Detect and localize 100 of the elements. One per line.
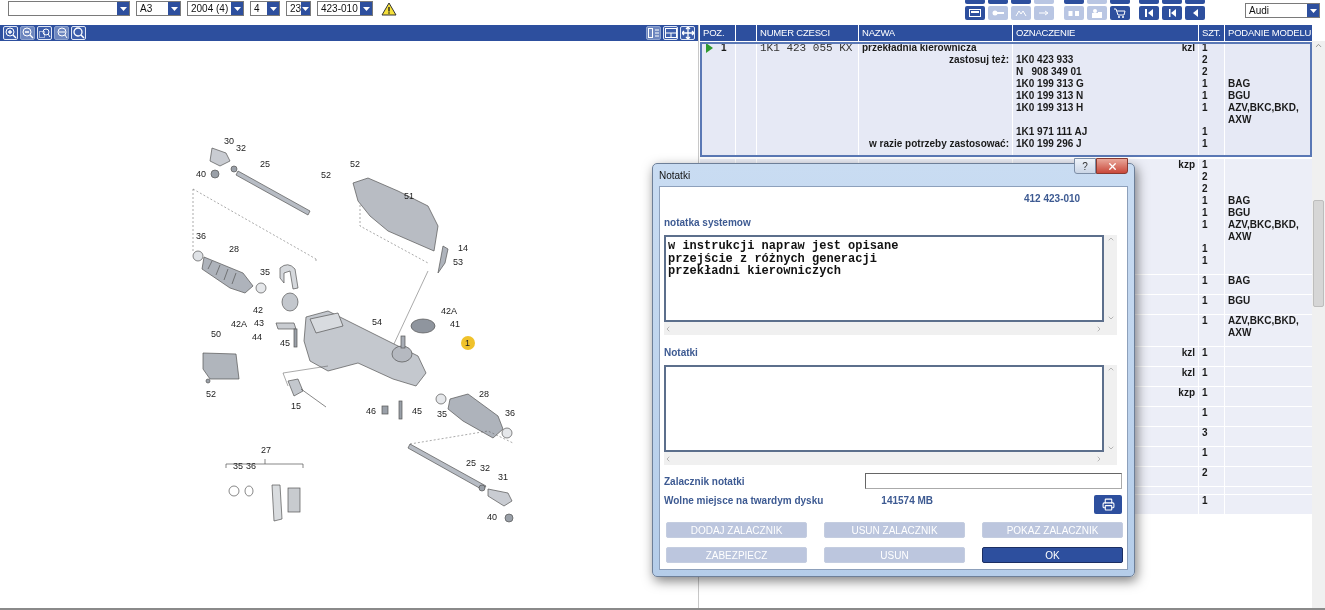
callout-number: 42	[253, 305, 263, 315]
table-cell: 1	[1202, 126, 1208, 137]
scroll-down-icon	[1106, 314, 1115, 322]
step-back-icon	[1167, 8, 1177, 18]
scroll-left-icon	[664, 454, 672, 463]
table-cell: 1	[1202, 102, 1208, 113]
scrollbar[interactable]	[664, 452, 1117, 465]
callout-number: 44	[252, 332, 262, 342]
scroll-thumb[interactable]	[1313, 200, 1324, 307]
callout-number: 43	[254, 318, 264, 328]
marker-circle	[461, 336, 475, 350]
scroll-right-icon	[1095, 454, 1103, 463]
column-header[interactable]: NUMER CZESCI	[757, 25, 858, 41]
warning-icon	[381, 1, 397, 16]
document-number: 412 423-010	[1024, 193, 1081, 204]
table-cell: AZV,BKC,BKD, AXW	[1228, 219, 1299, 242]
column-header[interactable]: SZT.	[1199, 25, 1224, 41]
callout-number: 25	[260, 159, 270, 169]
table-cell: 1K1 971 111 AJ	[1016, 126, 1088, 137]
table-cell: 2	[1202, 54, 1208, 65]
column-header[interactable]: POZ.	[700, 25, 735, 41]
dropdown[interactable]: 4	[250, 1, 280, 16]
callout-number: 52	[206, 389, 216, 399]
table-cell: BAG	[1228, 78, 1251, 89]
print-button[interactable]	[1094, 495, 1122, 514]
callout-number: 45	[412, 406, 422, 416]
toolbar-button[interactable]	[1185, 6, 1205, 20]
callout-number: 31	[498, 472, 508, 482]
table-cell: 3	[1202, 427, 1208, 438]
layout-icon	[664, 28, 677, 38]
dropdown[interactable]: Audi	[1245, 3, 1320, 18]
scrollbar[interactable]	[1104, 235, 1117, 322]
table-cell: 1	[1202, 90, 1208, 101]
caret-icon	[301, 2, 310, 15]
split-view-icon	[647, 28, 660, 38]
table-row[interactable]	[700, 42, 1312, 157]
table-cell: 1K0 199 313 G	[1016, 78, 1084, 89]
table-cell: zastosuj też:	[949, 54, 1009, 65]
callout-number: 35	[437, 409, 447, 419]
caret-icon	[1307, 4, 1319, 17]
table-cell: BGU	[1228, 207, 1251, 218]
callout-number: 41	[450, 319, 460, 329]
field-label: Notatki	[664, 347, 699, 358]
table-cell: BGU	[1228, 295, 1251, 306]
zoom-out-icon	[21, 27, 34, 39]
table-cell: kzl	[1181, 367, 1195, 379]
table-cell: 1K0 423 933	[1016, 54, 1074, 65]
scrollbar[interactable]	[664, 322, 1117, 335]
scroll-up-icon	[1314, 41, 1323, 50]
table-cell: 1	[1202, 138, 1208, 149]
dropdown[interactable]	[8, 1, 130, 16]
table-cell: 2	[1202, 183, 1208, 194]
scrollbar[interactable]	[1312, 41, 1325, 608]
dropdown[interactable]: 423-010	[317, 1, 373, 16]
column-header[interactable]: OZNACZENIE	[1013, 25, 1198, 41]
notes-field[interactable]	[664, 365, 1104, 452]
table-cell: AZV,BKC,BKD, AXW	[1228, 102, 1299, 125]
attachment-field[interactable]	[865, 473, 1122, 489]
table-cell: 1	[1202, 275, 1208, 286]
caret-icon	[360, 2, 372, 15]
dialog-button[interactable]: OK	[982, 547, 1123, 563]
scrollbar[interactable]	[1104, 365, 1117, 452]
dropdown[interactable]: 2004 (4)	[187, 1, 244, 16]
table-cell: kzp	[1178, 387, 1195, 399]
column-header[interactable]: PODANIE MODELU	[1225, 25, 1312, 41]
scroll-down-icon	[1106, 444, 1115, 452]
toolbar-button[interactable]	[1139, 6, 1159, 20]
search-icon	[72, 27, 85, 39]
table-cell: 1	[1202, 347, 1208, 358]
callout-number: 45	[280, 338, 290, 348]
callout-number: 14	[458, 243, 468, 253]
table-cell: 1K0 199 296 J	[1016, 138, 1082, 149]
callout-number: 35	[260, 267, 270, 277]
callout-number: 27	[261, 445, 271, 455]
callout-number: 28	[479, 389, 489, 399]
system-note-field[interactable]: w instrukcji napraw jest opisane przejście z różnych generacji przekładni kierowniczych	[664, 235, 1104, 322]
callout-number: 32	[236, 143, 246, 153]
table-cell: BAG	[1228, 275, 1251, 286]
callout-number: 40	[487, 512, 497, 522]
column-header[interactable]: NAZWA	[859, 25, 1012, 41]
dropdown[interactable]: 23	[286, 1, 311, 16]
table-cell: 1	[1202, 78, 1208, 89]
toolbar-button[interactable]	[965, 6, 985, 20]
help-button[interactable]: ?	[1074, 158, 1096, 174]
table-cell: N 908 349 01	[1016, 66, 1082, 77]
scroll-up-icon	[1106, 235, 1115, 243]
callout-number: 50	[211, 329, 221, 339]
caret-icon	[231, 2, 243, 15]
toolbar-button[interactable]	[1162, 6, 1182, 20]
caret-icon	[267, 2, 279, 15]
close-button[interactable]	[1096, 158, 1128, 174]
callout-number: 36	[196, 231, 206, 241]
skip-first-icon	[1144, 8, 1154, 18]
zoom-window-icon	[38, 27, 51, 39]
printer-icon	[1101, 498, 1115, 511]
dropdown[interactable]: A3	[136, 1, 181, 16]
toolbar-button[interactable]	[1110, 6, 1130, 20]
field-label: Wolne miejsce na twardym dysku	[664, 495, 824, 506]
callout-number: 42A	[441, 306, 457, 316]
callout-number: 28	[229, 244, 239, 254]
